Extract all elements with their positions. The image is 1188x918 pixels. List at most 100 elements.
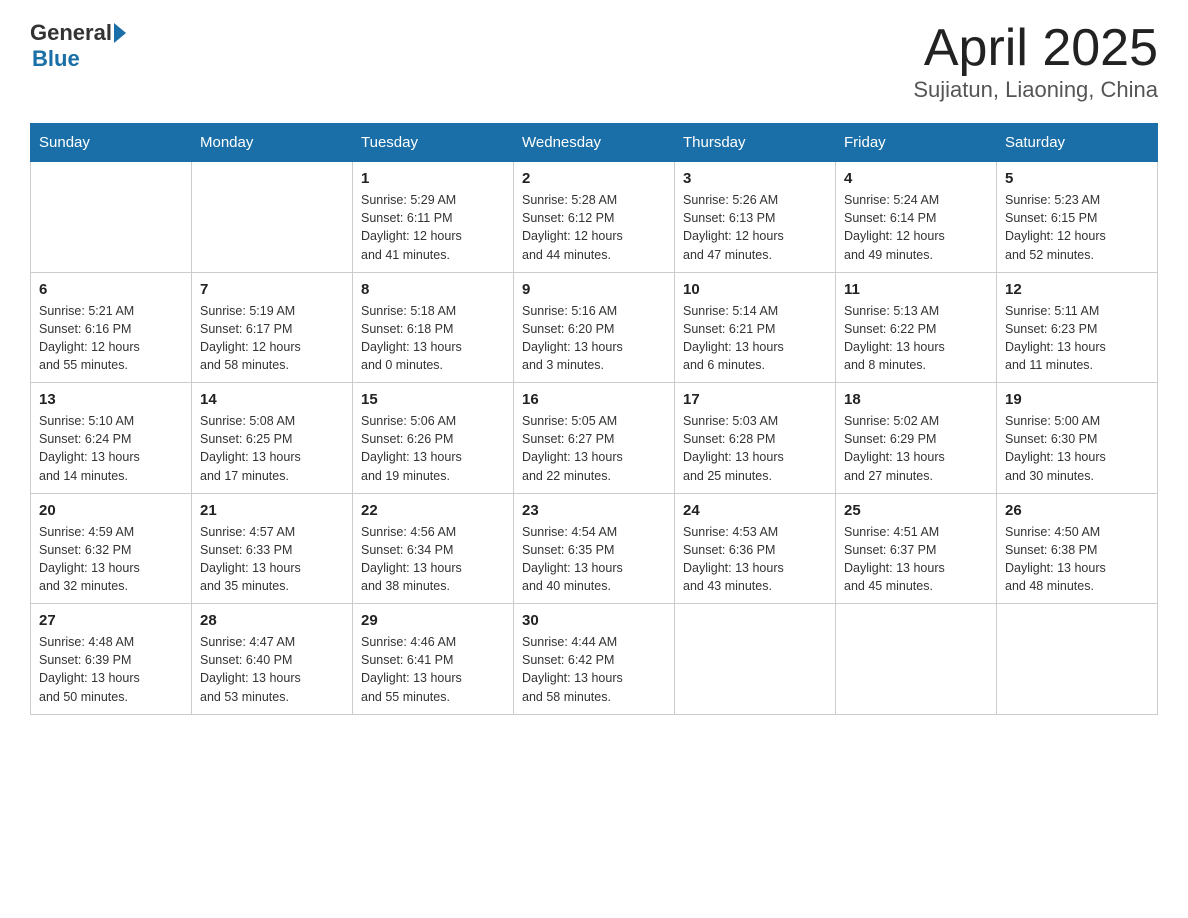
- calendar-cell: 17 Sunrise: 5:03 AM Sunset: 6:28 PM Dayli…: [675, 383, 836, 494]
- page-header: General Blue April 2025 Sujiatun, Liaoni…: [30, 20, 1158, 103]
- day-number: 23: [522, 502, 666, 519]
- logo: General Blue: [30, 20, 128, 72]
- day-number: 9: [522, 281, 666, 298]
- day-sun-info: Sunrise: 5:28 AM Sunset: 6:12 PM Dayligh…: [522, 191, 666, 264]
- day-sun-info: Sunrise: 5:13 AM Sunset: 6:22 PM Dayligh…: [844, 302, 988, 375]
- calendar-cell: 8 Sunrise: 5:18 AM Sunset: 6:18 PM Daylig…: [353, 272, 514, 383]
- calendar-cell: 3 Sunrise: 5:26 AM Sunset: 6:13 PM Daylig…: [675, 162, 836, 273]
- day-sun-info: Sunrise: 5:26 AM Sunset: 6:13 PM Dayligh…: [683, 191, 827, 264]
- day-sun-info: Sunrise: 5:08 AM Sunset: 6:25 PM Dayligh…: [200, 412, 344, 485]
- calendar-cell: 11 Sunrise: 5:13 AM Sunset: 6:22 PM Dayli…: [836, 272, 997, 383]
- day-sun-info: Sunrise: 5:23 AM Sunset: 6:15 PM Dayligh…: [1005, 191, 1149, 264]
- calendar-cell: 29 Sunrise: 4:46 AM Sunset: 6:41 PM Dayli…: [353, 604, 514, 715]
- calendar-cell: 23 Sunrise: 4:54 AM Sunset: 6:35 PM Dayli…: [514, 493, 675, 604]
- day-sun-info: Sunrise: 5:14 AM Sunset: 6:21 PM Dayligh…: [683, 302, 827, 375]
- calendar-cell: 16 Sunrise: 5:05 AM Sunset: 6:27 PM Dayli…: [514, 383, 675, 494]
- calendar-week-row: 1 Sunrise: 5:29 AM Sunset: 6:11 PM Daylig…: [31, 162, 1158, 273]
- day-number: 13: [39, 391, 183, 408]
- day-sun-info: Sunrise: 5:29 AM Sunset: 6:11 PM Dayligh…: [361, 191, 505, 264]
- column-header-sunday: Sunday: [31, 124, 192, 162]
- day-sun-info: Sunrise: 4:46 AM Sunset: 6:41 PM Dayligh…: [361, 633, 505, 706]
- day-number: 10: [683, 281, 827, 298]
- day-number: 19: [1005, 391, 1149, 408]
- calendar-cell: 22 Sunrise: 4:56 AM Sunset: 6:34 PM Dayli…: [353, 493, 514, 604]
- calendar-cell: [997, 604, 1158, 715]
- calendar-cell: 13Sunrise: 5:10 AM Sunset: 6:24 PM Dayli…: [31, 383, 192, 494]
- day-number: 17: [683, 391, 827, 408]
- day-number: 29: [361, 612, 505, 629]
- calendar-week-row: 6Sunrise: 5:21 AM Sunset: 6:16 PM Daylig…: [31, 272, 1158, 383]
- column-header-saturday: Saturday: [997, 124, 1158, 162]
- calendar-cell: 6Sunrise: 5:21 AM Sunset: 6:16 PM Daylig…: [31, 272, 192, 383]
- day-number: 7: [200, 281, 344, 298]
- day-number: 21: [200, 502, 344, 519]
- day-sun-info: Sunrise: 5:24 AM Sunset: 6:14 PM Dayligh…: [844, 191, 988, 264]
- day-sun-info: Sunrise: 5:03 AM Sunset: 6:28 PM Dayligh…: [683, 412, 827, 485]
- calendar-cell: 18Sunrise: 5:02 AM Sunset: 6:29 PM Dayli…: [836, 383, 997, 494]
- day-sun-info: Sunrise: 4:54 AM Sunset: 6:35 PM Dayligh…: [522, 523, 666, 596]
- calendar-cell: 2 Sunrise: 5:28 AM Sunset: 6:12 PM Daylig…: [514, 162, 675, 273]
- day-sun-info: Sunrise: 5:02 AM Sunset: 6:29 PM Dayligh…: [844, 412, 988, 485]
- day-number: 28: [200, 612, 344, 629]
- day-sun-info: Sunrise: 5:11 AM Sunset: 6:23 PM Dayligh…: [1005, 302, 1149, 375]
- calendar-cell: [31, 162, 192, 273]
- calendar-subtitle: Sujiatun, Liaoning, China: [913, 77, 1158, 103]
- calendar-cell: 7 Sunrise: 5:19 AM Sunset: 6:17 PM Daylig…: [192, 272, 353, 383]
- day-number: 22: [361, 502, 505, 519]
- day-number: 12: [1005, 281, 1149, 298]
- day-sun-info: Sunrise: 5:00 AM Sunset: 6:30 PM Dayligh…: [1005, 412, 1149, 485]
- day-number: 20: [39, 502, 183, 519]
- logo-general-text: General: [30, 20, 112, 46]
- day-number: 1: [361, 170, 505, 187]
- day-sun-info: Sunrise: 4:47 AM Sunset: 6:40 PM Dayligh…: [200, 633, 344, 706]
- calendar-cell: 30 Sunrise: 4:44 AM Sunset: 6:42 PM Dayli…: [514, 604, 675, 715]
- day-sun-info: Sunrise: 4:51 AM Sunset: 6:37 PM Dayligh…: [844, 523, 988, 596]
- column-header-tuesday: Tuesday: [353, 124, 514, 162]
- day-number: 27: [39, 612, 183, 629]
- day-number: 4: [844, 170, 988, 187]
- day-number: 3: [683, 170, 827, 187]
- day-number: 15: [361, 391, 505, 408]
- calendar-cell: 12 Sunrise: 5:11 AM Sunset: 6:23 PM Dayli…: [997, 272, 1158, 383]
- day-number: 11: [844, 281, 988, 298]
- calendar-cell: 1 Sunrise: 5:29 AM Sunset: 6:11 PM Daylig…: [353, 162, 514, 273]
- calendar-table: SundayMondayTuesdayWednesdayThursdayFrid…: [30, 123, 1158, 715]
- day-sun-info: Sunrise: 4:57 AM Sunset: 6:33 PM Dayligh…: [200, 523, 344, 596]
- day-number: 26: [1005, 502, 1149, 519]
- calendar-cell: 10 Sunrise: 5:14 AM Sunset: 6:21 PM Dayli…: [675, 272, 836, 383]
- column-header-wednesday: Wednesday: [514, 124, 675, 162]
- day-sun-info: Sunrise: 5:18 AM Sunset: 6:18 PM Dayligh…: [361, 302, 505, 375]
- calendar-cell: 19 Sunrise: 5:00 AM Sunset: 6:30 PM Dayli…: [997, 383, 1158, 494]
- day-sun-info: Sunrise: 5:19 AM Sunset: 6:17 PM Dayligh…: [200, 302, 344, 375]
- day-sun-info: Sunrise: 5:05 AM Sunset: 6:27 PM Dayligh…: [522, 412, 666, 485]
- day-number: 5: [1005, 170, 1149, 187]
- day-number: 14: [200, 391, 344, 408]
- calendar-cell: 4 Sunrise: 5:24 AM Sunset: 6:14 PM Daylig…: [836, 162, 997, 273]
- logo-arrow-icon: [114, 23, 126, 43]
- calendar-week-row: 27 Sunrise: 4:48 AM Sunset: 6:39 PM Dayli…: [31, 604, 1158, 715]
- calendar-cell: 26 Sunrise: 4:50 AM Sunset: 6:38 PM Dayli…: [997, 493, 1158, 604]
- day-sun-info: Sunrise: 4:44 AM Sunset: 6:42 PM Dayligh…: [522, 633, 666, 706]
- day-number: 25: [844, 502, 988, 519]
- calendar-cell: 24 Sunrise: 4:53 AM Sunset: 6:36 PM Dayli…: [675, 493, 836, 604]
- day-sun-info: Sunrise: 4:48 AM Sunset: 6:39 PM Dayligh…: [39, 633, 183, 706]
- day-sun-info: Sunrise: 5:21 AM Sunset: 6:16 PM Dayligh…: [39, 302, 183, 375]
- day-number: 8: [361, 281, 505, 298]
- day-sun-info: Sunrise: 4:50 AM Sunset: 6:38 PM Dayligh…: [1005, 523, 1149, 596]
- calendar-cell: [836, 604, 997, 715]
- day-number: 2: [522, 170, 666, 187]
- calendar-cell: [675, 604, 836, 715]
- calendar-cell: 14 Sunrise: 5:08 AM Sunset: 6:25 PM Dayli…: [192, 383, 353, 494]
- day-number: 30: [522, 612, 666, 629]
- calendar-cell: 25 Sunrise: 4:51 AM Sunset: 6:37 PM Dayli…: [836, 493, 997, 604]
- day-sun-info: Sunrise: 5:06 AM Sunset: 6:26 PM Dayligh…: [361, 412, 505, 485]
- column-header-monday: Monday: [192, 124, 353, 162]
- day-sun-info: Sunrise: 4:53 AM Sunset: 6:36 PM Dayligh…: [683, 523, 827, 596]
- day-number: 16: [522, 391, 666, 408]
- calendar-cell: 21 Sunrise: 4:57 AM Sunset: 6:33 PM Dayli…: [192, 493, 353, 604]
- calendar-header-row: SundayMondayTuesdayWednesdayThursdayFrid…: [31, 124, 1158, 162]
- day-sun-info: Sunrise: 5:16 AM Sunset: 6:20 PM Dayligh…: [522, 302, 666, 375]
- day-number: 24: [683, 502, 827, 519]
- calendar-cell: 5 Sunrise: 5:23 AM Sunset: 6:15 PM Daylig…: [997, 162, 1158, 273]
- day-sun-info: Sunrise: 4:56 AM Sunset: 6:34 PM Dayligh…: [361, 523, 505, 596]
